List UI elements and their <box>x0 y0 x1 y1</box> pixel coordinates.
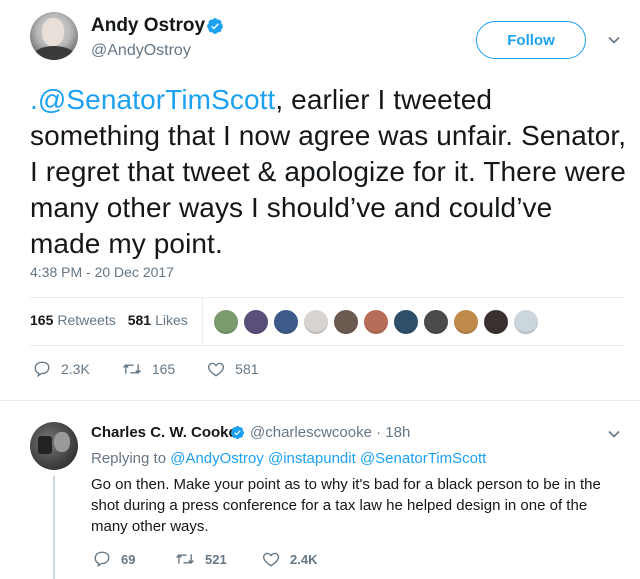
chevron-down-icon[interactable] <box>606 426 622 442</box>
heart-icon <box>262 552 280 567</box>
replying-mention[interactable]: @instapundit <box>268 450 356 467</box>
like-count: 2.4K <box>290 551 318 567</box>
like-count: 581 <box>235 361 259 377</box>
liker-avatar[interactable] <box>453 309 479 335</box>
verified-badge-icon <box>207 18 223 34</box>
chevron-down-icon[interactable] <box>606 32 622 48</box>
liker-avatar[interactable] <box>303 309 329 335</box>
heart-icon <box>208 362 225 377</box>
verified-badge-icon <box>230 425 245 440</box>
likes-stat[interactable]: 581 Likes <box>128 312 188 328</box>
like-action[interactable]: 581 <box>207 360 259 378</box>
liker-avatar[interactable] <box>513 309 539 335</box>
reply-icon <box>94 551 110 568</box>
tweet-timestamp[interactable]: 4:38 PM - 20 Dec 2017 <box>30 264 174 280</box>
retweet-action[interactable]: 165 <box>122 360 175 378</box>
reply-icon <box>34 361 50 378</box>
avatar-face <box>54 432 70 452</box>
retweet-count: 521 <box>205 551 227 567</box>
reply-author-name[interactable]: Charles C. W. Cooke <box>91 424 237 441</box>
avatar-microphone <box>38 436 52 454</box>
like-action[interactable]: 2.4K <box>262 550 317 568</box>
retweet-icon <box>176 554 194 564</box>
retweet-count: 165 <box>151 361 176 377</box>
tweet-stats: 165 Retweets 581 Likes <box>30 312 200 328</box>
divider <box>0 400 640 401</box>
avatar[interactable] <box>30 12 78 60</box>
retweet-icon <box>122 364 141 374</box>
replying-mention[interactable]: @AndyOstroy <box>170 450 264 467</box>
liker-avatar[interactable] <box>273 309 299 335</box>
tweet-text: .@SenatorTimScott, earlier I tweeted som… <box>30 82 630 262</box>
reply-avatar[interactable] <box>30 422 78 470</box>
reply-action[interactable]: 2.3K <box>33 360 90 378</box>
avatar-shoulders <box>32 46 76 60</box>
divider <box>30 297 624 298</box>
likes-count: 581 <box>127 312 152 328</box>
reply-action[interactable]: 69 <box>93 550 135 568</box>
reply-author-handle[interactable]: @charlescwcooke <box>250 424 372 441</box>
replying-to: Replying to @AndyOstroy @instapundit @Se… <box>91 450 486 467</box>
tweet-actions: 2.3K 165 581 <box>33 360 291 378</box>
liker-avatar[interactable] <box>393 309 419 335</box>
liker-avatar[interactable] <box>333 309 359 335</box>
thread-line <box>53 476 55 579</box>
reply-actions: 521 <box>175 550 227 568</box>
liker-avatar[interactable] <box>483 309 509 335</box>
divider <box>30 345 624 346</box>
reply-handle-time[interactable]: @charlescwcooke · 18h <box>250 424 410 441</box>
stats-separator <box>202 298 203 344</box>
likes-label: Likes <box>155 312 188 328</box>
liker-avatar[interactable] <box>213 309 239 335</box>
liker-avatar[interactable] <box>243 309 269 335</box>
reply-actions: 69 <box>93 550 135 568</box>
reply-time[interactable]: 18h <box>385 424 410 441</box>
liker-avatar[interactable] <box>363 309 389 335</box>
mention-link[interactable]: .@SenatorTimScott <box>30 84 275 115</box>
author-name[interactable]: Andy Ostroy <box>91 15 205 37</box>
author-handle[interactable]: @AndyOstroy <box>91 42 191 60</box>
reply-text: Go on then. Make your point as to why it… <box>91 476 601 535</box>
retweets-stat[interactable]: 165 Retweets <box>30 312 116 328</box>
reply-count: 69 <box>121 551 136 567</box>
follow-button[interactable]: Follow <box>476 21 586 59</box>
likers-avatars <box>213 309 543 335</box>
replying-prefix: Replying to <box>91 450 167 467</box>
reply-count: 2.3K <box>61 361 90 377</box>
retweets-label: Retweets <box>57 312 116 328</box>
retweets-count: 165 <box>30 312 54 328</box>
liker-avatar[interactable] <box>423 309 449 335</box>
replying-mention[interactable]: @SenatorTimScott <box>360 450 486 467</box>
avatar-face <box>42 18 64 46</box>
retweet-action[interactable]: 521 <box>175 550 227 568</box>
reply-actions: 2.4K <box>262 550 317 568</box>
